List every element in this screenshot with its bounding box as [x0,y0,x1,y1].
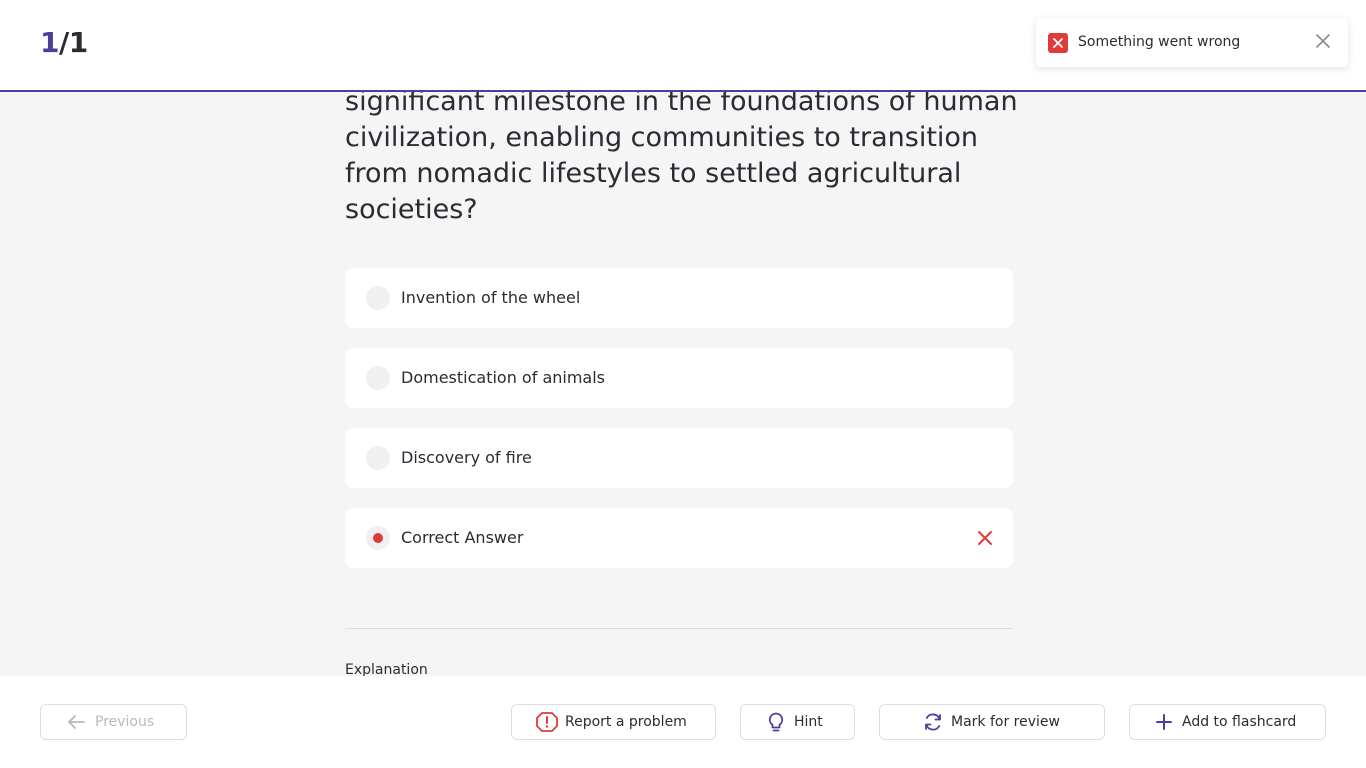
arrow-left-icon [67,714,85,734]
review-label: Mark for review [951,714,1060,730]
toast-message: Something went wrong [1078,34,1241,50]
plus-icon [1156,714,1172,734]
warning-octagon-icon [536,712,558,736]
refresh-icon [923,712,943,736]
question-text: significant milestone in the foundations… [345,86,1018,225]
option-label: Invention of the wheel [401,288,581,307]
add-to-flashcard-button[interactable]: Add to flashcard [1129,704,1326,740]
option-label: Discovery of fire [401,448,532,467]
answer-option-selected[interactable]: Correct Answer [345,508,1013,568]
previous-button[interactable]: Previous [40,704,187,740]
radio-dot [373,533,383,543]
question-counter: 1/1 [40,26,88,59]
report-label: Report a problem [565,714,687,730]
error-toast: Something went wrong [1036,18,1348,67]
option-label: Domestication of animals [401,368,605,387]
radio-button-selected[interactable] [366,526,390,550]
radio-button[interactable] [366,446,390,470]
lightbulb-icon [768,712,784,737]
radio-button[interactable] [366,366,390,390]
error-x-icon [1048,33,1068,53]
incorrect-x-icon [977,530,993,550]
divider [345,628,1013,629]
previous-label: Previous [95,714,155,730]
answer-option[interactable]: Discovery of fire [345,428,1013,488]
answer-options: Invention of the wheel Domestication of … [345,268,1013,588]
flashcard-label: Add to flashcard [1182,714,1297,730]
mark-for-review-button[interactable]: Mark for review [879,704,1105,740]
hint-label: Hint [794,714,823,730]
answer-option[interactable]: Invention of the wheel [345,268,1013,328]
option-label: Correct Answer [401,528,524,547]
current-question-number: 1 [40,26,59,59]
bottom-toolbar: Previous Report a problem Hint Mark for … [0,676,1366,768]
answer-option[interactable]: Domestication of animals [345,348,1013,408]
radio-button[interactable] [366,286,390,310]
total-questions: /1 [58,26,88,59]
close-icon[interactable] [1316,33,1330,48]
report-problem-button[interactable]: Report a problem [511,704,716,740]
hint-button[interactable]: Hint [740,704,855,740]
